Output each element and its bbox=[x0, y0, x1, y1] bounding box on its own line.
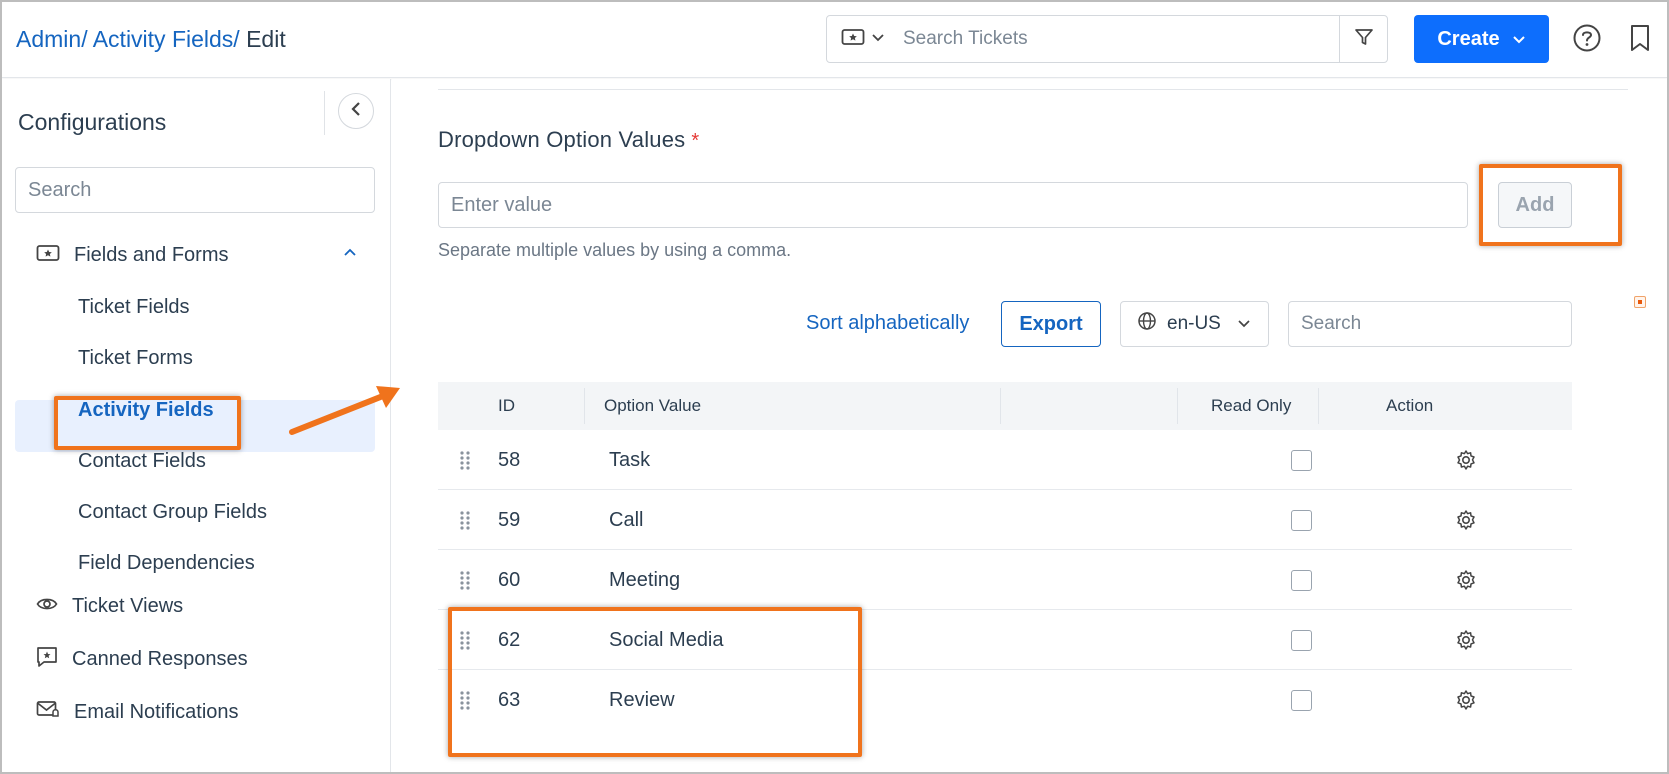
globe-icon bbox=[1137, 311, 1157, 337]
column-separator bbox=[1318, 388, 1319, 424]
read-only-checkbox[interactable] bbox=[1291, 510, 1312, 531]
drag-handle-icon[interactable] bbox=[458, 570, 472, 596]
sidebar-search-input[interactable]: Search bbox=[15, 167, 375, 213]
collapse-sidebar-button[interactable] bbox=[338, 93, 374, 129]
sidebar-item-contact-fields[interactable]: Contact Fields bbox=[78, 450, 206, 473]
sidebar-item-activity-fields[interactable]: Activity Fields bbox=[78, 399, 214, 422]
row-option-value: Social Media bbox=[609, 629, 724, 651]
annotation-arrow-icon bbox=[289, 386, 400, 435]
marker-icon bbox=[1634, 296, 1646, 308]
chevron-down-icon bbox=[1512, 28, 1526, 51]
eye-icon bbox=[36, 596, 58, 617]
help-icon[interactable] bbox=[1572, 23, 1602, 58]
read-only-checkbox[interactable] bbox=[1291, 690, 1312, 711]
column-header-read-only: Read Only bbox=[1211, 396, 1292, 415]
sidebar-item-ticket-fields[interactable]: Ticket Fields bbox=[78, 296, 190, 319]
row-option-value: Meeting bbox=[609, 569, 681, 591]
column-separator bbox=[584, 388, 585, 424]
create-button-label: Create bbox=[1437, 27, 1500, 50]
column-header-option-value: Option Value bbox=[604, 396, 702, 415]
row-option-value: Call bbox=[609, 509, 644, 531]
sidebar-item-contact-group-fields[interactable]: Contact Group Fields bbox=[78, 501, 267, 524]
top-header: Admin/ Activity Fields/ Edit Search Tick… bbox=[2, 2, 1667, 78]
column-separator bbox=[1177, 388, 1178, 424]
table-row: 62 Social Media bbox=[438, 610, 1572, 670]
bookmark-icon[interactable] bbox=[1628, 23, 1652, 58]
sidebar-group-fields-and-forms[interactable]: Fields and Forms bbox=[36, 239, 366, 271]
column-separator bbox=[1000, 388, 1001, 424]
column-header-action: Action bbox=[1386, 396, 1434, 415]
locale-value: en-US bbox=[1167, 313, 1221, 334]
gear-icon[interactable] bbox=[1455, 449, 1477, 477]
ticket-search-input[interactable]: Search Tickets bbox=[903, 16, 1028, 62]
export-button[interactable]: Export bbox=[1001, 301, 1101, 347]
main-content: Dropdown Option Values * Enter value Add … bbox=[392, 79, 1667, 772]
sidebar-item-ticket-forms[interactable]: Ticket Forms bbox=[78, 347, 193, 370]
option-value-input[interactable]: Enter value bbox=[438, 182, 1468, 228]
breadcrumb-activity-fields[interactable]: Activity Fields/ bbox=[93, 26, 240, 52]
helper-text: Separate multiple values by using a comm… bbox=[438, 240, 792, 260]
sidebar-item-label: Ticket Views bbox=[72, 594, 184, 617]
ticket-search-box: Search Tickets bbox=[826, 15, 1388, 63]
table-row: 59 Call bbox=[438, 490, 1572, 550]
sidebar-title: Configurations bbox=[18, 109, 167, 135]
table-row: 63 Review bbox=[438, 670, 1572, 730]
drag-handle-icon[interactable] bbox=[458, 690, 472, 716]
column-header-id: ID bbox=[498, 396, 515, 415]
chevron-up-icon bbox=[342, 245, 358, 263]
row-option-value: Review bbox=[609, 689, 675, 711]
chevron-left-icon bbox=[350, 101, 362, 122]
filter-icon bbox=[1354, 27, 1374, 52]
breadcrumb: Admin/ Activity Fields/ Edit bbox=[16, 26, 286, 53]
chevron-down-icon bbox=[1237, 313, 1251, 335]
add-button[interactable]: Add bbox=[1498, 182, 1572, 228]
read-only-checkbox[interactable] bbox=[1291, 570, 1312, 591]
gear-icon[interactable] bbox=[1455, 629, 1477, 657]
sidebar-group-label: Fields and Forms bbox=[74, 243, 229, 266]
row-id: 59 bbox=[498, 509, 521, 531]
breadcrumb-admin[interactable]: Admin/ bbox=[16, 26, 88, 52]
create-button[interactable]: Create bbox=[1414, 15, 1549, 63]
sidebar-item-email-notifications[interactable]: Email Notifications bbox=[36, 696, 366, 728]
table-search-input[interactable]: Search bbox=[1288, 301, 1572, 347]
read-only-checkbox[interactable] bbox=[1291, 450, 1312, 471]
sidebar-item-ticket-views[interactable]: Ticket Views bbox=[36, 590, 366, 622]
filter-button[interactable] bbox=[1339, 16, 1387, 62]
app-frame: Admin/ Activity Fields/ Edit Search Tick… bbox=[0, 0, 1669, 774]
section-divider bbox=[438, 89, 1628, 90]
sidebar-divider bbox=[324, 91, 325, 135]
row-id: 63 bbox=[498, 689, 521, 711]
row-id: 62 bbox=[498, 629, 521, 651]
required-marker: * bbox=[691, 130, 700, 152]
chat-star-icon bbox=[36, 646, 58, 673]
gear-icon[interactable] bbox=[1455, 689, 1477, 717]
row-option-value: Task bbox=[609, 449, 651, 471]
sidebar-item-label: Canned Responses bbox=[72, 647, 248, 670]
gear-icon[interactable] bbox=[1455, 509, 1477, 537]
search-type-selector[interactable] bbox=[841, 16, 885, 62]
sidebar-item-canned-responses[interactable]: Canned Responses bbox=[36, 643, 366, 675]
options-table: ID Option Value Read Only Action 58 Task… bbox=[438, 382, 1572, 730]
ticket-icon bbox=[841, 28, 865, 51]
sidebar-item-field-dependencies[interactable]: Field Dependencies bbox=[78, 552, 255, 575]
ticket-icon bbox=[36, 244, 60, 267]
drag-handle-icon[interactable] bbox=[458, 510, 472, 536]
drag-handle-icon[interactable] bbox=[458, 450, 472, 476]
row-id: 60 bbox=[498, 569, 521, 591]
read-only-checkbox[interactable] bbox=[1291, 630, 1312, 651]
email-bell-icon bbox=[36, 699, 60, 726]
chevron-down-icon bbox=[871, 30, 885, 48]
table-header: ID Option Value Read Only Action bbox=[438, 382, 1572, 430]
table-row: 58 Task bbox=[438, 430, 1572, 490]
sidebar-item-label: Email Notifications bbox=[74, 700, 239, 723]
table-row: 60 Meeting bbox=[438, 550, 1572, 610]
section-title: Dropdown Option Values * bbox=[438, 127, 699, 153]
section-title-text: Dropdown Option Values bbox=[438, 127, 686, 152]
drag-handle-icon[interactable] bbox=[458, 630, 472, 656]
breadcrumb-edit: Edit bbox=[246, 26, 286, 52]
row-id: 58 bbox=[498, 449, 521, 471]
gear-icon[interactable] bbox=[1455, 569, 1477, 597]
sort-alphabetically-link[interactable]: Sort alphabetically bbox=[806, 312, 969, 335]
locale-select[interactable]: en-US bbox=[1120, 301, 1269, 347]
